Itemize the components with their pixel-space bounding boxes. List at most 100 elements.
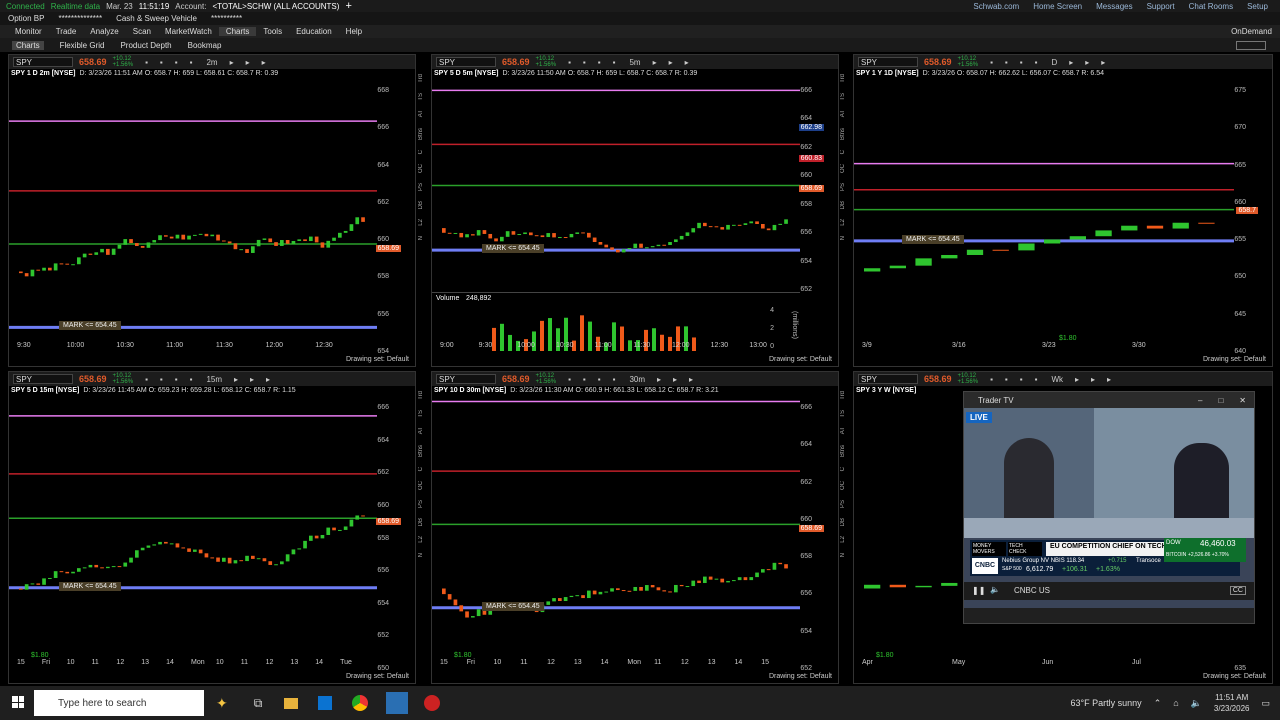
link-messages[interactable]: Messages: [1096, 2, 1132, 11]
menu-analyze[interactable]: Analyze: [83, 27, 125, 36]
side-tab[interactable]: L2: [840, 536, 852, 543]
timeframe-selector[interactable]: D: [1051, 58, 1057, 67]
side-tab[interactable]: C: [418, 467, 430, 471]
side-tab[interactable]: DB: [418, 518, 430, 526]
studies-icon[interactable]: ▪: [1020, 375, 1023, 384]
mark-order-label[interactable]: MARK <= 654.45: [482, 244, 544, 254]
pencil-icon[interactable]: ▸: [250, 375, 254, 384]
pencil-icon[interactable]: ▸: [669, 58, 673, 67]
timeframe-selector[interactable]: 5m: [629, 58, 640, 67]
price-chart[interactable]: [854, 79, 1234, 354]
side-tab[interactable]: AT: [418, 110, 430, 117]
captions-icon[interactable]: CC: [1229, 586, 1246, 595]
menu-trade[interactable]: Trade: [49, 27, 84, 36]
file-explorer-icon[interactable]: [284, 697, 299, 709]
mark-order-label[interactable]: MARK <= 654.45: [59, 581, 121, 591]
side-tab[interactable]: OC: [418, 481, 430, 490]
add-icon[interactable]: +: [345, 0, 351, 12]
task-view-icon[interactable]: ⧉: [254, 696, 263, 711]
price-chart[interactable]: [432, 79, 800, 292]
drawing-tools-icon[interactable]: ▪: [160, 58, 163, 67]
side-tab[interactable]: Trd: [840, 74, 852, 83]
ondemand-button[interactable]: OnDemand: [1224, 27, 1280, 36]
settings-icon[interactable]: ▪: [190, 375, 193, 384]
side-tab[interactable]: N: [418, 553, 430, 557]
link-support[interactable]: Support: [1147, 2, 1175, 11]
pencil-icon[interactable]: ▸: [1085, 58, 1089, 67]
settings-icon[interactable]: ▪: [613, 375, 616, 384]
subtab-charts[interactable]: Charts: [12, 40, 44, 50]
symbol-input[interactable]: SPY: [13, 57, 73, 67]
menu-monitor[interactable]: Monitor: [8, 27, 49, 36]
side-tab[interactable]: C: [418, 150, 430, 154]
store-icon[interactable]: [318, 696, 333, 710]
chart-type-icon[interactable]: ▪: [145, 58, 148, 67]
share-icon[interactable]: ▸: [685, 58, 689, 67]
mark-order-label[interactable]: MARK <= 654.45: [482, 601, 544, 611]
grid-layout-icon[interactable]: [1236, 40, 1266, 50]
mark-order-label[interactable]: MARK <= 654.45: [902, 234, 964, 244]
volume-icon[interactable]: 🔈: [990, 585, 1000, 594]
drawing-tools-icon[interactable]: ▪: [583, 58, 586, 67]
side-tab[interactable]: Btns: [418, 128, 430, 140]
menu-education[interactable]: Education: [289, 27, 339, 36]
menu-help[interactable]: Help: [339, 27, 369, 36]
side-tab[interactable]: PS: [840, 500, 852, 508]
side-tab[interactable]: PS: [840, 183, 852, 191]
side-tab[interactable]: AT: [840, 110, 852, 117]
link-schwab[interactable]: Schwab.com: [973, 2, 1019, 11]
symbol-input[interactable]: SPY: [436, 57, 496, 67]
network-icon[interactable]: ⌂: [1173, 698, 1178, 708]
side-tab[interactable]: N: [840, 553, 852, 557]
chart-type-icon[interactable]: ▪: [568, 375, 571, 384]
side-tab[interactable]: Trd: [840, 391, 852, 400]
drawing-set-selector[interactable]: Drawing set: Default: [1203, 673, 1266, 680]
pause-icon[interactable]: ❚❚: [972, 586, 985, 595]
side-tab[interactable]: PS: [418, 500, 430, 508]
side-tab[interactable]: L2: [840, 219, 852, 226]
side-tab[interactable]: C: [840, 150, 852, 154]
cursor-icon[interactable]: ▸: [230, 58, 234, 67]
pencil-icon[interactable]: ▸: [246, 58, 250, 67]
studies-icon[interactable]: ▪: [175, 58, 178, 67]
menu-scan[interactable]: Scan: [126, 27, 158, 36]
subtab-bookmap[interactable]: Bookmap: [188, 41, 222, 50]
taskbar-search[interactable]: Type here to search: [34, 690, 204, 716]
settings-icon[interactable]: ▪: [190, 58, 193, 67]
timeframe-selector[interactable]: 30m: [629, 375, 645, 384]
side-tab[interactable]: Btns: [418, 445, 430, 457]
timeframe-selector[interactable]: 15m: [206, 375, 222, 384]
thinkorswim-icon[interactable]: [386, 692, 409, 714]
settings-icon[interactable]: ▪: [1035, 58, 1038, 67]
menu-tools[interactable]: Tools: [256, 27, 289, 36]
cursor-icon[interactable]: ▸: [234, 375, 238, 384]
symbol-input[interactable]: SPY: [436, 374, 496, 384]
app-icon[interactable]: [424, 695, 441, 711]
share-icon[interactable]: ▸: [1101, 58, 1105, 67]
drawing-set-selector[interactable]: Drawing set: Default: [769, 356, 832, 363]
cursor-icon[interactable]: ▸: [657, 375, 661, 384]
windows-start-icon[interactable]: [12, 696, 24, 708]
drawing-tools-icon[interactable]: ▪: [1005, 58, 1008, 67]
share-icon[interactable]: ▸: [689, 375, 693, 384]
drawing-set-selector[interactable]: Drawing set: Default: [1203, 356, 1266, 363]
pencil-icon[interactable]: ▸: [673, 375, 677, 384]
subtab-product-depth[interactable]: Product Depth: [120, 41, 171, 50]
side-tab[interactable]: TS: [418, 410, 430, 418]
menu-charts[interactable]: Charts: [218, 27, 257, 36]
cursor-icon[interactable]: ▸: [653, 58, 657, 67]
chart-type-icon[interactable]: ▪: [990, 58, 993, 67]
account-selector[interactable]: <TOTAL>SCHW (ALL ACCOUNTS): [212, 2, 339, 11]
search-highlights-icon[interactable]: ✦: [216, 695, 228, 712]
cursor-icon[interactable]: ▸: [1069, 58, 1073, 67]
studies-icon[interactable]: ▪: [598, 58, 601, 67]
chart-type-icon[interactable]: ▪: [145, 375, 148, 384]
link-setup[interactable]: Setup: [1247, 2, 1268, 11]
drawing-tools-icon[interactable]: ▪: [160, 375, 163, 384]
taskbar-clock[interactable]: 11:51 AM 3/23/2026: [1214, 692, 1250, 714]
speaker-icon[interactable]: 🔈: [1191, 698, 1202, 709]
share-icon[interactable]: ▸: [266, 375, 270, 384]
side-tab[interactable]: DB: [840, 201, 852, 209]
price-chart[interactable]: [432, 396, 800, 671]
side-tab[interactable]: TS: [840, 93, 852, 101]
